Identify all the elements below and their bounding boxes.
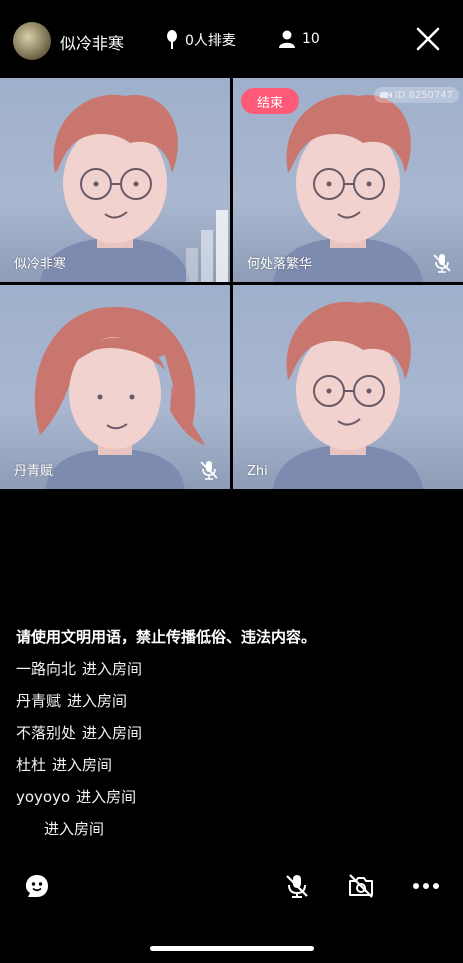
chat-message: 一路向北 进入房间 [16, 659, 446, 691]
top-bar: 似冷非寒 0人排麦 10 [0, 0, 463, 78]
chat-message: 杜杜 进入房间 [16, 755, 446, 787]
mic-off-icon [286, 875, 308, 898]
close-icon[interactable] [415, 26, 441, 52]
video-grid: 似冷非寒 结束 ID 8250747 何处落繁华 丹青赋 Zhi [0, 78, 463, 490]
tile-name: Zhi [247, 464, 268, 479]
host-avatar[interactable] [13, 22, 51, 60]
video-camera-icon [379, 92, 392, 98]
video-tile-guest-1[interactable]: 结束 ID 8250747 何处落繁华 [233, 78, 463, 282]
chat-action: 进入房间 [76, 788, 137, 806]
room-id-badge: ID 8250747 [373, 87, 459, 103]
camera-toggle-button[interactable] [341, 866, 381, 906]
mic-off-icon [200, 461, 218, 480]
emoji-button[interactable] [17, 866, 57, 906]
chat-message: 不落别处 进入房间 [16, 723, 446, 755]
chat-message: 进入房间 [16, 819, 446, 851]
chat-action: 进入房间 [44, 820, 105, 838]
host-name[interactable]: 似冷非寒 [60, 30, 124, 54]
chat-user[interactable]: 一路向北 [16, 660, 76, 678]
viewer-count-button[interactable]: 10 [278, 30, 320, 48]
mic-queue-button[interactable]: 0人排麦 [165, 30, 236, 50]
video-tile-guest-3[interactable]: Zhi [233, 285, 463, 489]
microphone-icon [167, 30, 177, 49]
mic-queue-label: 0人排麦 [185, 33, 236, 49]
more-button[interactable] [406, 866, 446, 906]
more-icon [413, 883, 439, 889]
chat-area: 请使用文明用语，禁止传播低俗、违法内容。 一路向北 进入房间 丹青赋 进入房间 不落… [16, 626, 446, 851]
tile-name: 丹青赋 [14, 464, 54, 479]
chat-user[interactable]: 杜杜 [16, 756, 46, 774]
male-avatar-illustration [273, 301, 423, 489]
home-indicator[interactable] [150, 946, 314, 951]
chat-user[interactable]: 丹青赋 [16, 692, 61, 710]
system-notice: 请使用文明用语，禁止传播低俗、违法内容。 [16, 628, 317, 646]
chat-action: 进入房间 [52, 756, 113, 774]
chat-action: 进入房间 [67, 692, 128, 710]
end-button[interactable]: 结束 [241, 88, 299, 114]
video-tile-host[interactable]: 似冷非寒 [0, 78, 230, 282]
chat-action: 进入房间 [82, 660, 143, 678]
room-id: ID 8250747 [394, 89, 453, 101]
person-icon [279, 30, 295, 48]
video-tile-guest-2[interactable]: 丹青赋 [0, 285, 230, 489]
tile-name: 似冷非寒 [14, 257, 67, 272]
audio-level-indicator [186, 210, 228, 282]
mute-button[interactable] [277, 866, 317, 906]
mic-off-icon [433, 254, 451, 273]
chat-message: 丹青赋 进入房间 [16, 691, 446, 723]
emoji-icon [26, 875, 48, 897]
camera-off-icon [349, 874, 373, 898]
bottom-toolbar [0, 866, 463, 910]
tile-name: 何处落繁华 [247, 257, 313, 272]
female-avatar-illustration [34, 306, 205, 489]
chat-message: yoyoyo 进入房间 [16, 787, 446, 819]
viewer-count: 10 [302, 31, 320, 47]
chat-user[interactable]: yoyoyo [16, 788, 70, 806]
chat-user[interactable]: 不落别处 [16, 724, 76, 742]
chat-action: 进入房间 [82, 724, 143, 742]
